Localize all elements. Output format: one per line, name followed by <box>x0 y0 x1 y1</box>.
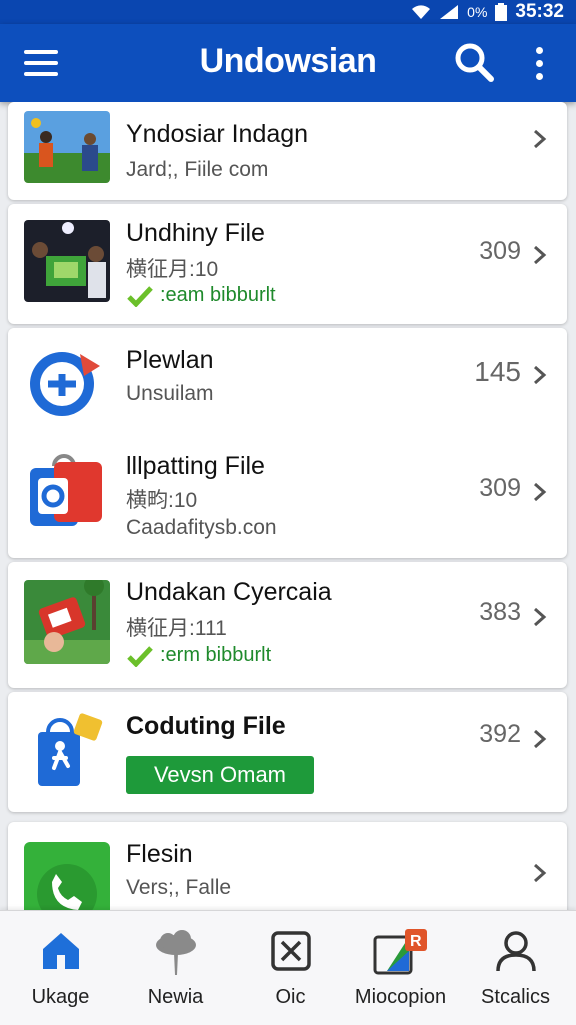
nav-item-miocopion[interactable]: R Miocopion <box>343 911 458 1025</box>
bottom-navigation: Ukage Newia Oic R Miocopion Stcalics <box>0 910 576 1025</box>
nav-item-stcalics[interactable]: Stcalics <box>458 911 573 1025</box>
chevron-right-icon <box>534 607 547 627</box>
nav-label: Newia <box>147 986 204 1008</box>
sync-app-icon <box>24 344 110 422</box>
lock-person-icon <box>24 708 110 788</box>
close-box-icon <box>270 931 311 971</box>
item-meta: 横征月:10 <box>126 258 219 281</box>
nav-label: Stcalics <box>481 986 550 1008</box>
svg-text:R: R <box>410 933 422 950</box>
battery-percent: 0% <box>467 4 488 20</box>
signal-icon <box>440 5 459 19</box>
item-count: 145 <box>474 356 521 387</box>
item-subtitle: Unsuilam <box>126 382 214 405</box>
search-button[interactable] <box>454 42 496 84</box>
store-icon: R <box>373 929 427 975</box>
chevron-right-icon <box>534 729 547 749</box>
item-meta: 横征月:111 <box>126 617 227 640</box>
home-icon <box>42 933 79 969</box>
more-options-button[interactable] <box>530 44 550 84</box>
chevron-right-icon <box>534 129 547 149</box>
nav-item-oic[interactable]: Oic <box>233 911 348 1025</box>
item-count: 392 <box>479 720 521 748</box>
item-count: 309 <box>479 474 521 502</box>
item-count: 383 <box>479 598 521 626</box>
item-meta: 横畇:10 <box>126 489 198 512</box>
search-icon <box>455 43 494 82</box>
item-count: 309 <box>479 237 521 265</box>
chevron-right-icon <box>534 863 547 883</box>
tree-icon <box>155 930 196 975</box>
person-icon <box>495 931 536 972</box>
item-thumbnail <box>24 111 110 183</box>
item-thumbnail <box>24 580 110 664</box>
nav-label: Miocopion <box>354 986 447 1008</box>
list-item-group: Plewlan Unsuilam 145 lllpatting File 横畇:… <box>8 328 567 558</box>
chevron-right-icon <box>534 245 547 265</box>
file-list: Yndosiar Indagn Jard;, Fiile com Undhiny… <box>0 102 576 910</box>
list-item[interactable]: Yndosiar Indagn Jard;, Fiile com <box>8 102 567 200</box>
item-subtitle: Jard;, Fiile com <box>126 158 269 181</box>
phone-app-icon <box>24 842 110 910</box>
app-bar: Undowsian <box>0 24 576 102</box>
list-item[interactable]: Undhiny File 横征月:10 :eam bibburlt 309 <box>8 204 567 324</box>
nav-label: Ukage <box>31 986 90 1008</box>
item-subtitle: Vers;, Falle <box>126 876 232 899</box>
list-item[interactable]: Undakan Cyercaia 横征月:111 :erm bibburlt 3… <box>8 562 567 688</box>
status-badge: :eam bibburlt <box>126 284 276 307</box>
list-item[interactable]: Flesin Vers;, Falle <box>8 822 567 910</box>
wifi-icon <box>412 5 431 19</box>
more-vert-icon <box>536 47 543 54</box>
open-version-button[interactable]: Vevsn Omam <box>126 756 314 794</box>
item-thumbnail <box>24 842 110 910</box>
item-subtitle: Caadafitysb.con <box>126 516 277 539</box>
item-title: lllpatting File <box>126 452 265 480</box>
nav-item-newia[interactable]: Newia <box>118 911 233 1025</box>
battery-icon <box>495 3 508 21</box>
checkmark-icon <box>127 285 153 307</box>
item-title: Plewlan <box>126 346 214 374</box>
chevron-right-icon <box>534 482 547 502</box>
item-title: Undhiny File <box>126 219 265 247</box>
list-item[interactable]: Plewlan Unsuilam 145 <box>8 328 567 438</box>
nav-label: Oic <box>275 986 306 1008</box>
item-thumbnail <box>24 220 110 302</box>
item-thumbnail <box>24 344 110 422</box>
item-title: Flesin <box>126 840 193 868</box>
office-app-icon <box>24 448 110 534</box>
chevron-right-icon <box>534 365 547 385</box>
status-badge: :erm bibburlt <box>126 644 271 667</box>
item-thumbnail <box>24 448 110 534</box>
status-bar: 0% 35:32 <box>0 0 576 24</box>
item-title: Yndosiar Indagn <box>126 120 309 148</box>
item-title: Coduting File <box>126 712 286 740</box>
item-thumbnail <box>24 708 110 788</box>
item-title: Undakan Cyercaia <box>126 578 332 606</box>
nav-item-ukage[interactable]: Ukage <box>3 911 118 1025</box>
checkmark-icon <box>127 645 153 667</box>
list-item[interactable]: Coduting File Vevsn Omam 392 <box>8 692 567 812</box>
clock: 35:32 <box>515 1 564 22</box>
list-item[interactable]: lllpatting File 横畇:10 Caadafitysb.con 30… <box>8 438 567 558</box>
